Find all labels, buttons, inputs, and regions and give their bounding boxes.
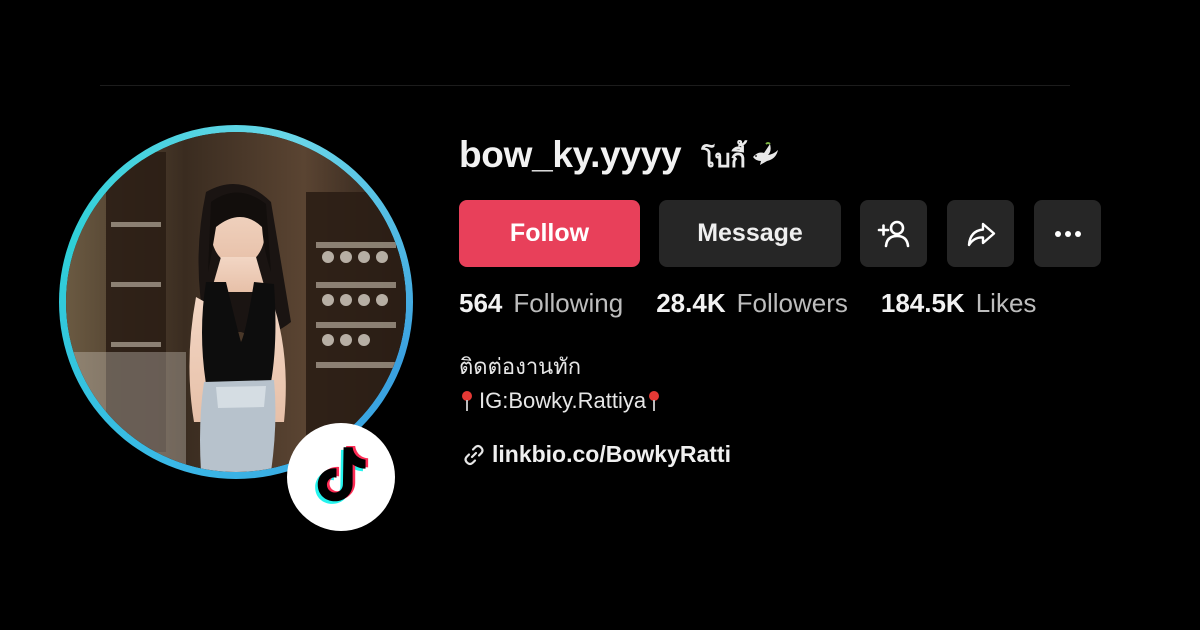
- nickname: โบกี้: [701, 145, 746, 173]
- message-button[interactable]: Message: [659, 200, 841, 267]
- add-friend-button[interactable]: [860, 200, 927, 267]
- username: bow_ky.yyyy: [459, 134, 682, 175]
- link-icon: [464, 444, 484, 465]
- profile-link[interactable]: linkbio.co/BowkyRatti: [462, 441, 731, 468]
- likes-stat: 184.5K Likes: [881, 288, 1037, 319]
- followers-count: 28.4K: [656, 288, 726, 318]
- following-label: Following: [513, 288, 624, 318]
- add-person-icon: [877, 220, 909, 247]
- likes-label: Likes: [975, 288, 1037, 318]
- followers-label: Followers: [736, 288, 848, 318]
- bio: ติดต่องานทัก IG:Bowky.Rattiya: [459, 350, 662, 418]
- profile-header: bow_ky.yyyy โบกี้: [459, 134, 780, 182]
- tiktok-logo-badge: [287, 423, 395, 531]
- ellipsis-icon: [1054, 230, 1081, 237]
- followers-stat[interactable]: 28.4K Followers: [656, 288, 848, 319]
- bio-line-2: IG:Bowky.Rattiya: [459, 384, 662, 418]
- pin-icon: [649, 391, 660, 411]
- avatar[interactable]: [66, 132, 406, 472]
- tiktok-icon: [315, 446, 369, 504]
- following-stat[interactable]: 564 Following: [459, 288, 623, 319]
- likes-count: 184.5K: [880, 288, 965, 318]
- share-arrow-icon: [967, 222, 995, 246]
- avatar-photo: [66, 132, 406, 472]
- more-options-button[interactable]: [1034, 200, 1101, 267]
- share-button[interactable]: [947, 200, 1014, 267]
- bio-line-1: ติดต่องานทัก: [459, 354, 582, 379]
- top-divider: [100, 85, 1070, 86]
- profile-link-text[interactable]: linkbio.co/BowkyRatti: [492, 441, 731, 468]
- dove-icon: [752, 142, 778, 165]
- pin-icon: [462, 391, 472, 411]
- follow-button[interactable]: Follow: [459, 200, 640, 267]
- profile-stats: 564 Following 28.4K Followers 184.5K Lik…: [459, 288, 1069, 319]
- instagram-handle: IG:Bowky.Rattiya: [479, 388, 647, 413]
- following-count: 564: [459, 288, 503, 318]
